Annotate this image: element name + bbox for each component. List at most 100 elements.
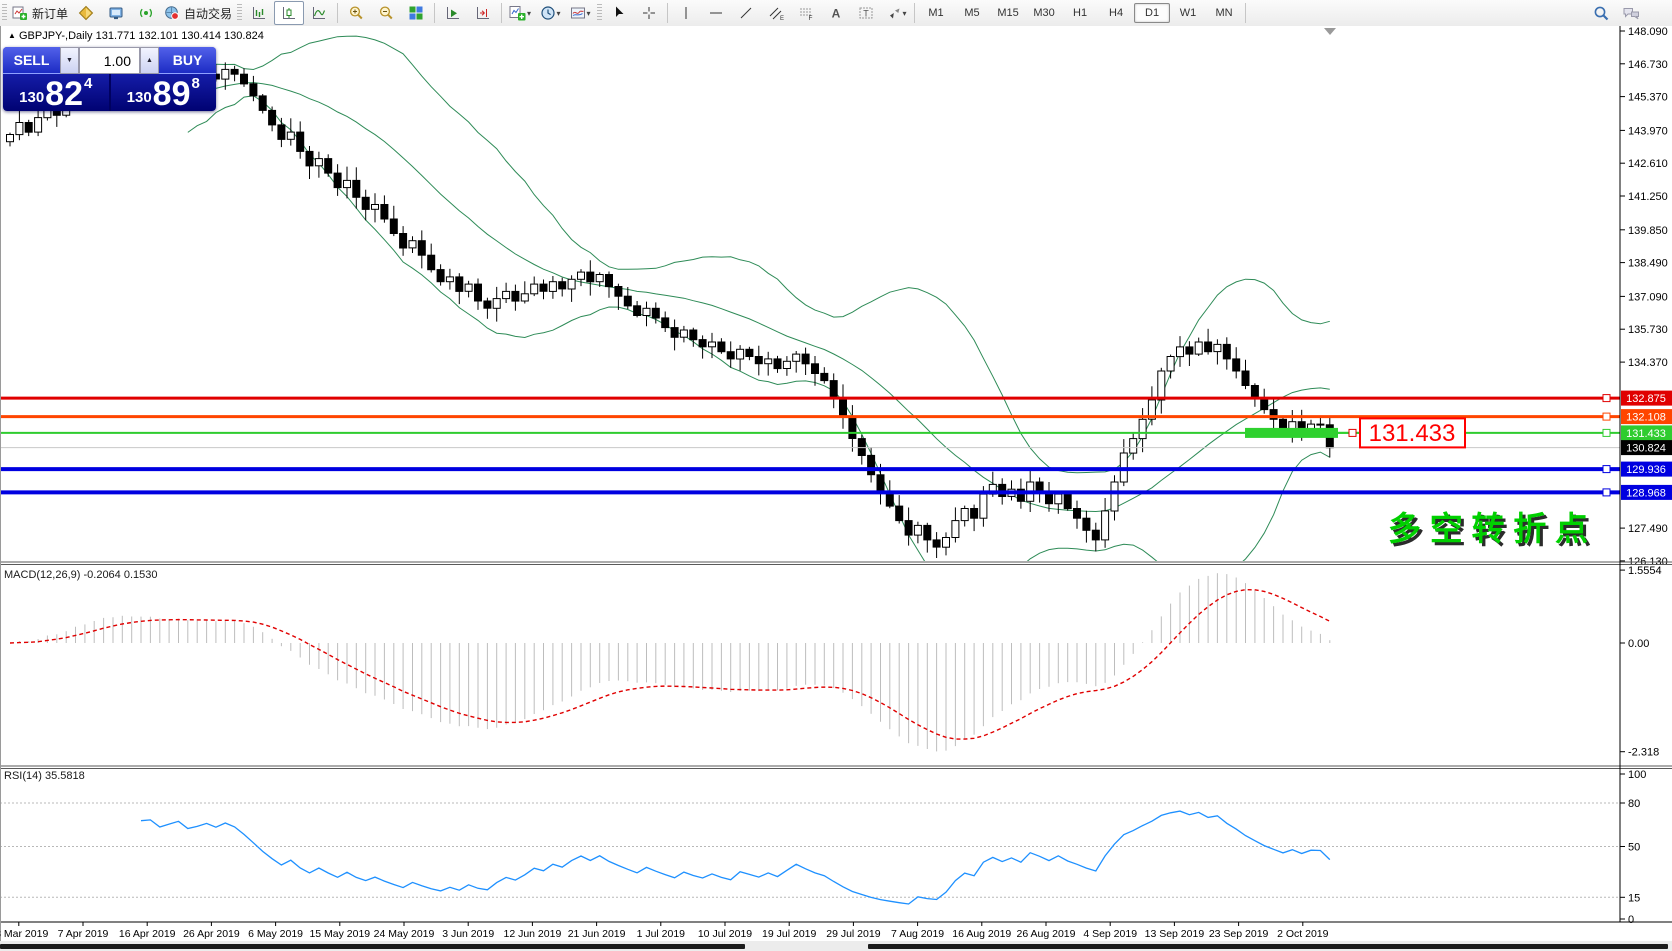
svg-text:10 Jul 2019: 10 Jul 2019 xyxy=(698,928,752,940)
timeframe-m15[interactable]: M15 xyxy=(990,3,1026,23)
toolbar-separator xyxy=(667,3,669,23)
toolbar-separator xyxy=(501,3,503,23)
chart-shift-marker xyxy=(1324,28,1336,35)
timeframe-h1[interactable]: H1 xyxy=(1062,3,1098,23)
templates-button[interactable]: ▾ xyxy=(565,1,595,25)
timeframe-d1[interactable]: D1 xyxy=(1134,3,1171,23)
volume-input[interactable]: 1.00 xyxy=(79,47,140,74)
auto-scroll-button[interactable] xyxy=(438,1,468,25)
volume-increase-button[interactable]: ▲ xyxy=(140,47,159,74)
svg-text:E: E xyxy=(780,16,784,21)
timeframe-w1[interactable]: W1 xyxy=(1170,3,1206,23)
zoom-out-button[interactable] xyxy=(371,1,401,25)
chart-window: 148.090 146.730 145.370 143.970 142.610 141.2… xyxy=(0,26,1672,951)
timeframe-group: M1 M5 M15 M30 H1 H4 D1 W1 MN xyxy=(918,3,1242,23)
svg-text:19 Jul 2019: 19 Jul 2019 xyxy=(762,928,816,940)
trendline-button[interactable] xyxy=(731,1,761,25)
timeframe-h4[interactable]: H4 xyxy=(1098,3,1134,23)
svg-text:29 Jul 2019: 29 Jul 2019 xyxy=(826,928,880,940)
macd-axis-ticks: 1.5554 0.00 -2.318 xyxy=(1620,565,1662,759)
toolbar-right-group xyxy=(1586,1,1672,25)
symbol-ohlc-line: ▲ GBPJPY-,Daily 131.771 132.101 130.414 … xyxy=(8,30,264,42)
text-label-button[interactable]: T xyxy=(851,1,881,25)
arrows-button[interactable]: ▾ xyxy=(881,1,911,25)
timeframe-mn[interactable]: MN xyxy=(1206,3,1242,23)
sell-price[interactable]: 130 82 4 xyxy=(3,74,111,111)
svg-text:132.108: 132.108 xyxy=(1626,412,1666,424)
channel-button[interactable]: E xyxy=(761,1,791,25)
new-order-button[interactable]: 新订单 xyxy=(9,1,71,25)
indicators-button[interactable]: ▾ xyxy=(505,1,535,25)
dropdown-arrow-icon[interactable]: ▾ xyxy=(587,9,591,18)
fibonacci-button[interactable]: F xyxy=(791,1,821,25)
candles-chart-button[interactable] xyxy=(274,1,305,25)
svg-text:1.5554: 1.5554 xyxy=(1628,565,1662,577)
price-annotation-box[interactable]: 131.433 xyxy=(1338,417,1466,449)
svg-text:12 Jun 2019: 12 Jun 2019 xyxy=(503,928,561,940)
text-button[interactable]: A xyxy=(821,1,851,25)
bars-chart-button[interactable] xyxy=(244,1,274,25)
svg-text:7 Aug 2019: 7 Aug 2019 xyxy=(891,928,944,940)
sell-price-pip: 4 xyxy=(84,75,93,92)
fibonacci-icon: F xyxy=(798,5,814,21)
svg-text:7 Apr 2019: 7 Apr 2019 xyxy=(58,928,109,940)
price-chart-canvas[interactable]: 148.090 146.730 145.370 143.970 142.610 141.2… xyxy=(0,26,1672,941)
trendline-icon xyxy=(738,5,754,21)
dropdown-arrow-icon[interactable]: ▾ xyxy=(527,9,531,18)
turning-point-annotation[interactable]: 多空转折点多空转折点 xyxy=(1388,510,1591,550)
timeframe-m1[interactable]: M1 xyxy=(918,3,954,23)
buy-price[interactable]: 130 89 8 xyxy=(111,74,217,111)
signals-icon xyxy=(138,5,154,21)
toolbar-separator xyxy=(337,3,339,23)
profile-button[interactable] xyxy=(101,1,131,25)
volume-decrease-button[interactable]: ▼ xyxy=(60,47,79,74)
buy-button[interactable]: BUY xyxy=(159,47,216,74)
svg-text:4 Sep 2019: 4 Sep 2019 xyxy=(1083,928,1137,940)
scrollbar-thumb[interactable] xyxy=(868,944,1668,949)
svg-text:134.370: 134.370 xyxy=(1628,357,1668,369)
autotrading-button[interactable]: 自动交易 xyxy=(161,1,235,25)
date-axis: 28 Mar 2019 7 Apr 2019 16 Apr 2019 26 Apr 2… xyxy=(0,922,1329,940)
svg-text:139.850: 139.850 xyxy=(1628,225,1668,237)
indicators-icon xyxy=(509,5,526,21)
zoom-out-icon xyxy=(378,5,394,21)
candles-chart-icon xyxy=(281,5,297,21)
signals-button[interactable] xyxy=(131,1,161,25)
timeframe-m30[interactable]: M30 xyxy=(1026,3,1062,23)
chart-horizontal-scrollbar[interactable] xyxy=(0,941,1672,951)
sell-button[interactable]: SELL xyxy=(3,47,60,74)
arrange-windows-button[interactable] xyxy=(401,1,431,25)
svg-text:28 Mar 2019: 28 Mar 2019 xyxy=(0,928,48,940)
vertical-line-button[interactable] xyxy=(671,1,701,25)
chart-shift-button[interactable] xyxy=(468,1,498,25)
cursor-button[interactable] xyxy=(604,1,634,25)
profile-icon xyxy=(108,5,124,21)
dropdown-arrow-icon[interactable]: ▾ xyxy=(557,9,561,18)
svg-text:50: 50 xyxy=(1628,842,1640,854)
new-order-icon xyxy=(12,5,28,21)
search-button[interactable] xyxy=(1586,1,1616,25)
horizontal-line-button[interactable] xyxy=(701,1,731,25)
scrollbar-segment[interactable] xyxy=(0,944,745,949)
svg-text:135.730: 135.730 xyxy=(1628,324,1668,336)
svg-text:21 Jun 2019: 21 Jun 2019 xyxy=(568,928,626,940)
timeframe-m5[interactable]: M5 xyxy=(954,3,990,23)
one-click-trading-panel: SELL ▼ 1.00 ▲ BUY 130 82 4 130 89 8 xyxy=(3,47,216,111)
chat-button[interactable] xyxy=(1616,1,1646,25)
candlesticks xyxy=(6,62,1334,558)
svg-text:137.090: 137.090 xyxy=(1628,291,1668,303)
crosshair-button[interactable] xyxy=(634,1,664,25)
arrows-icon xyxy=(886,5,902,21)
zoom-in-button[interactable] xyxy=(341,1,371,25)
svg-text:T: T xyxy=(863,9,869,19)
periods-button[interactable]: ▾ xyxy=(535,1,565,25)
metaeditor-button[interactable] xyxy=(71,1,101,25)
svg-text:26 Apr 2019: 26 Apr 2019 xyxy=(183,928,240,940)
line-chart-button[interactable] xyxy=(304,1,334,25)
sell-price-main: 82 xyxy=(45,75,83,111)
svg-text:0.00: 0.00 xyxy=(1628,638,1649,650)
trend-highlight-segment[interactable] xyxy=(1245,427,1338,438)
dropdown-arrow-icon[interactable]: ▾ xyxy=(903,9,907,18)
sell-price-prefix: 130 xyxy=(19,89,45,106)
svg-text:100: 100 xyxy=(1628,769,1646,781)
